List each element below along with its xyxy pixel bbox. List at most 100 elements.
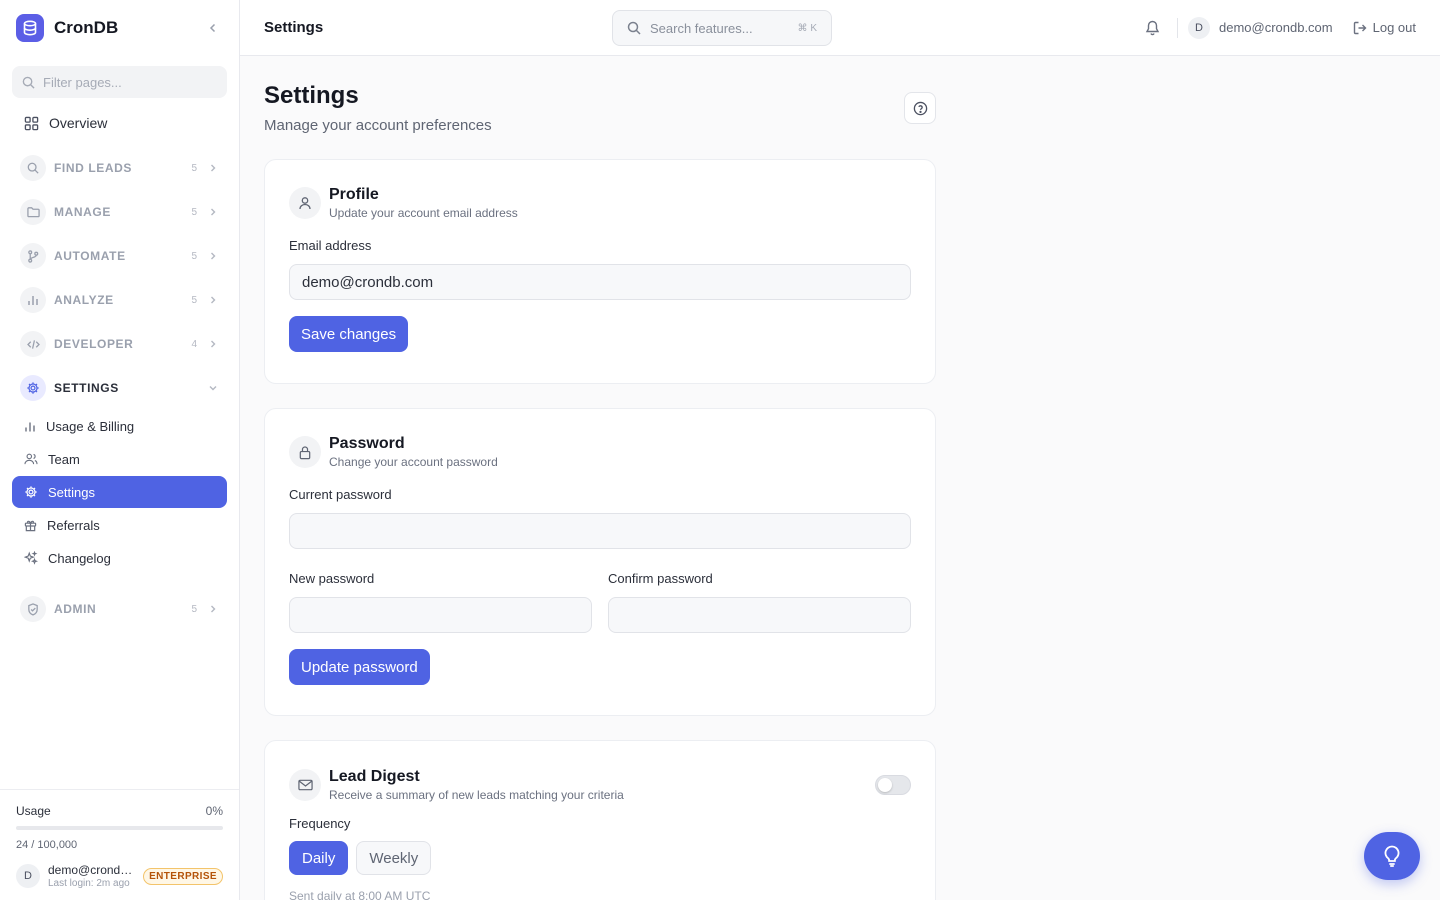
- logout-label: Log out: [1372, 20, 1416, 35]
- section-count: 5: [191, 162, 197, 174]
- chevron-right-icon: [207, 164, 219, 172]
- card-titles: Password Change your account password: [329, 435, 498, 469]
- card-title: Profile: [329, 186, 379, 203]
- sidebar-item-label: Settings: [48, 484, 95, 500]
- digest-schedule-note: Sent daily at 8:00 AM UTC: [289, 889, 431, 900]
- user-icon: [289, 187, 321, 219]
- bell-icon[interactable]: [1143, 18, 1163, 38]
- current-password-label: Current password: [289, 487, 392, 502]
- sparkles-icon: [24, 551, 38, 565]
- chevron-down-icon: [207, 384, 219, 392]
- search-icon: [627, 21, 641, 35]
- page-subtitle: Manage your account preferences: [264, 117, 492, 134]
- sidebar-section-automate[interactable]: AUTOMATE 5: [12, 234, 227, 278]
- confirm-password-group: Confirm password: [608, 571, 911, 633]
- filter-pages-field[interactable]: [12, 66, 227, 98]
- card-titles: Profile Update your account email addres…: [329, 186, 518, 220]
- card-title: Lead Digest: [329, 768, 420, 785]
- sidebar-item-overview[interactable]: Overview: [12, 106, 227, 140]
- code-icon: [20, 331, 46, 357]
- brand: CronDB: [0, 0, 239, 56]
- lead-digest-toggle[interactable]: [875, 775, 911, 795]
- section-label: ADMIN: [54, 602, 97, 616]
- password-card: Password Change your account password Cu…: [264, 408, 936, 716]
- avatar[interactable]: D: [1187, 16, 1210, 39]
- section-label: FIND LEADS: [54, 161, 132, 175]
- frequency-option-daily[interactable]: Daily: [289, 841, 349, 875]
- confirm-password-field[interactable]: [608, 597, 911, 633]
- card-titles: Lead Digest Receive a summary of new lea…: [329, 768, 624, 802]
- card-title: Password: [329, 435, 405, 452]
- grid-icon: [24, 116, 39, 130]
- app-name: CronDB: [54, 18, 119, 37]
- section-label: DEVELOPER: [54, 337, 134, 351]
- tips-button[interactable]: [1364, 832, 1420, 880]
- user-card[interactable]: D demo@crondb.com Last login: 2m ago ENT…: [16, 863, 223, 889]
- last-login: Last login: 2m ago: [48, 878, 130, 889]
- page-title: Settings: [264, 82, 359, 109]
- logout-button[interactable]: Log out: [1353, 20, 1416, 35]
- sidebar-section-admin[interactable]: ADMIN 5: [12, 587, 227, 631]
- users-icon: [24, 453, 38, 465]
- header-right: D demo@crondb.com Log out: [1143, 16, 1416, 39]
- sidebar-item-label: Team: [48, 451, 80, 467]
- help-circle-icon: [913, 101, 927, 115]
- new-password-label: New password: [289, 571, 375, 586]
- usage-percent: 0%: [205, 804, 223, 818]
- logout-icon: [1353, 21, 1367, 34]
- usage-label: Usage: [16, 804, 51, 818]
- section-count: 4: [191, 338, 197, 350]
- sidebar-section-manage[interactable]: MANAGE 5: [12, 190, 227, 234]
- top-header: Settings Search features... ⌘ K D demo@c…: [240, 0, 1440, 56]
- collapse-sidebar-button[interactable]: [203, 18, 223, 38]
- lock-icon: [289, 436, 321, 468]
- section-count: 5: [191, 206, 197, 218]
- section-count: 5: [191, 603, 197, 615]
- chevron-right-icon: [207, 605, 219, 613]
- sidebar-item-usage-billing[interactable]: Usage & Billing: [12, 410, 227, 442]
- sidebar-section-find-leads[interactable]: FIND LEADS 5: [12, 146, 227, 190]
- email-field[interactable]: [289, 264, 911, 300]
- header-user-email[interactable]: demo@crondb.com: [1219, 20, 1333, 35]
- folder-icon: [20, 199, 46, 225]
- bar-chart-icon: [25, 422, 35, 431]
- card-header: Password Change your account password: [289, 435, 911, 469]
- sidebar-item-referrals[interactable]: Referrals: [12, 509, 227, 541]
- new-password-field[interactable]: [289, 597, 592, 633]
- help-button[interactable]: [904, 92, 936, 124]
- sidebar-section-developer[interactable]: DEVELOPER 4: [12, 322, 227, 366]
- save-changes-button[interactable]: Save changes: [289, 316, 409, 352]
- sidebar-item-settings[interactable]: Settings: [12, 476, 227, 508]
- search-placeholder: Search features...: [650, 20, 753, 36]
- current-password-field[interactable]: [289, 513, 911, 549]
- update-password-button[interactable]: Update password: [289, 649, 430, 685]
- section-label: AUTOMATE: [54, 249, 126, 263]
- search-icon: [22, 76, 35, 89]
- usage-progress-bar: [16, 826, 223, 830]
- sidebar-item-label: Referrals: [47, 517, 100, 533]
- usage-count: 24 / 100,000: [16, 839, 78, 851]
- card-header: Profile Update your account email addres…: [289, 186, 911, 220]
- section-label: ANALYZE: [54, 293, 114, 307]
- sidebar-item-label: Changelog: [48, 550, 111, 566]
- frequency-option-weekly[interactable]: Weekly: [356, 841, 432, 875]
- toggle-knob: [878, 778, 892, 792]
- sidebar-section-settings[interactable]: SETTINGS: [12, 366, 227, 410]
- sidebar-item-label: Usage & Billing: [46, 418, 135, 434]
- card-description: Receive a summary of new leads matching …: [329, 788, 624, 802]
- frequency-label: Frequency: [289, 816, 351, 831]
- search-icon: [20, 155, 46, 181]
- filter-pages-input[interactable]: [43, 74, 203, 90]
- section-count: 5: [191, 250, 197, 262]
- sidebar-item-changelog[interactable]: Changelog: [12, 542, 227, 574]
- chevron-right-icon: [207, 252, 219, 260]
- mail-icon: [289, 769, 321, 801]
- search-features-field[interactable]: Search features... ⌘ K: [612, 10, 832, 46]
- card-description: Change your account password: [329, 455, 498, 469]
- sidebar-item-team[interactable]: Team: [12, 443, 227, 475]
- profile-card: Profile Update your account email addres…: [264, 159, 936, 384]
- git-branch-icon: [20, 243, 46, 269]
- search-shortcut: ⌘ K: [797, 22, 817, 34]
- sidebar: CronDB Overview FIND LEADS 5 MANAGE 5 AU…: [0, 0, 240, 900]
- sidebar-section-analyze[interactable]: ANALYZE 5: [12, 278, 227, 322]
